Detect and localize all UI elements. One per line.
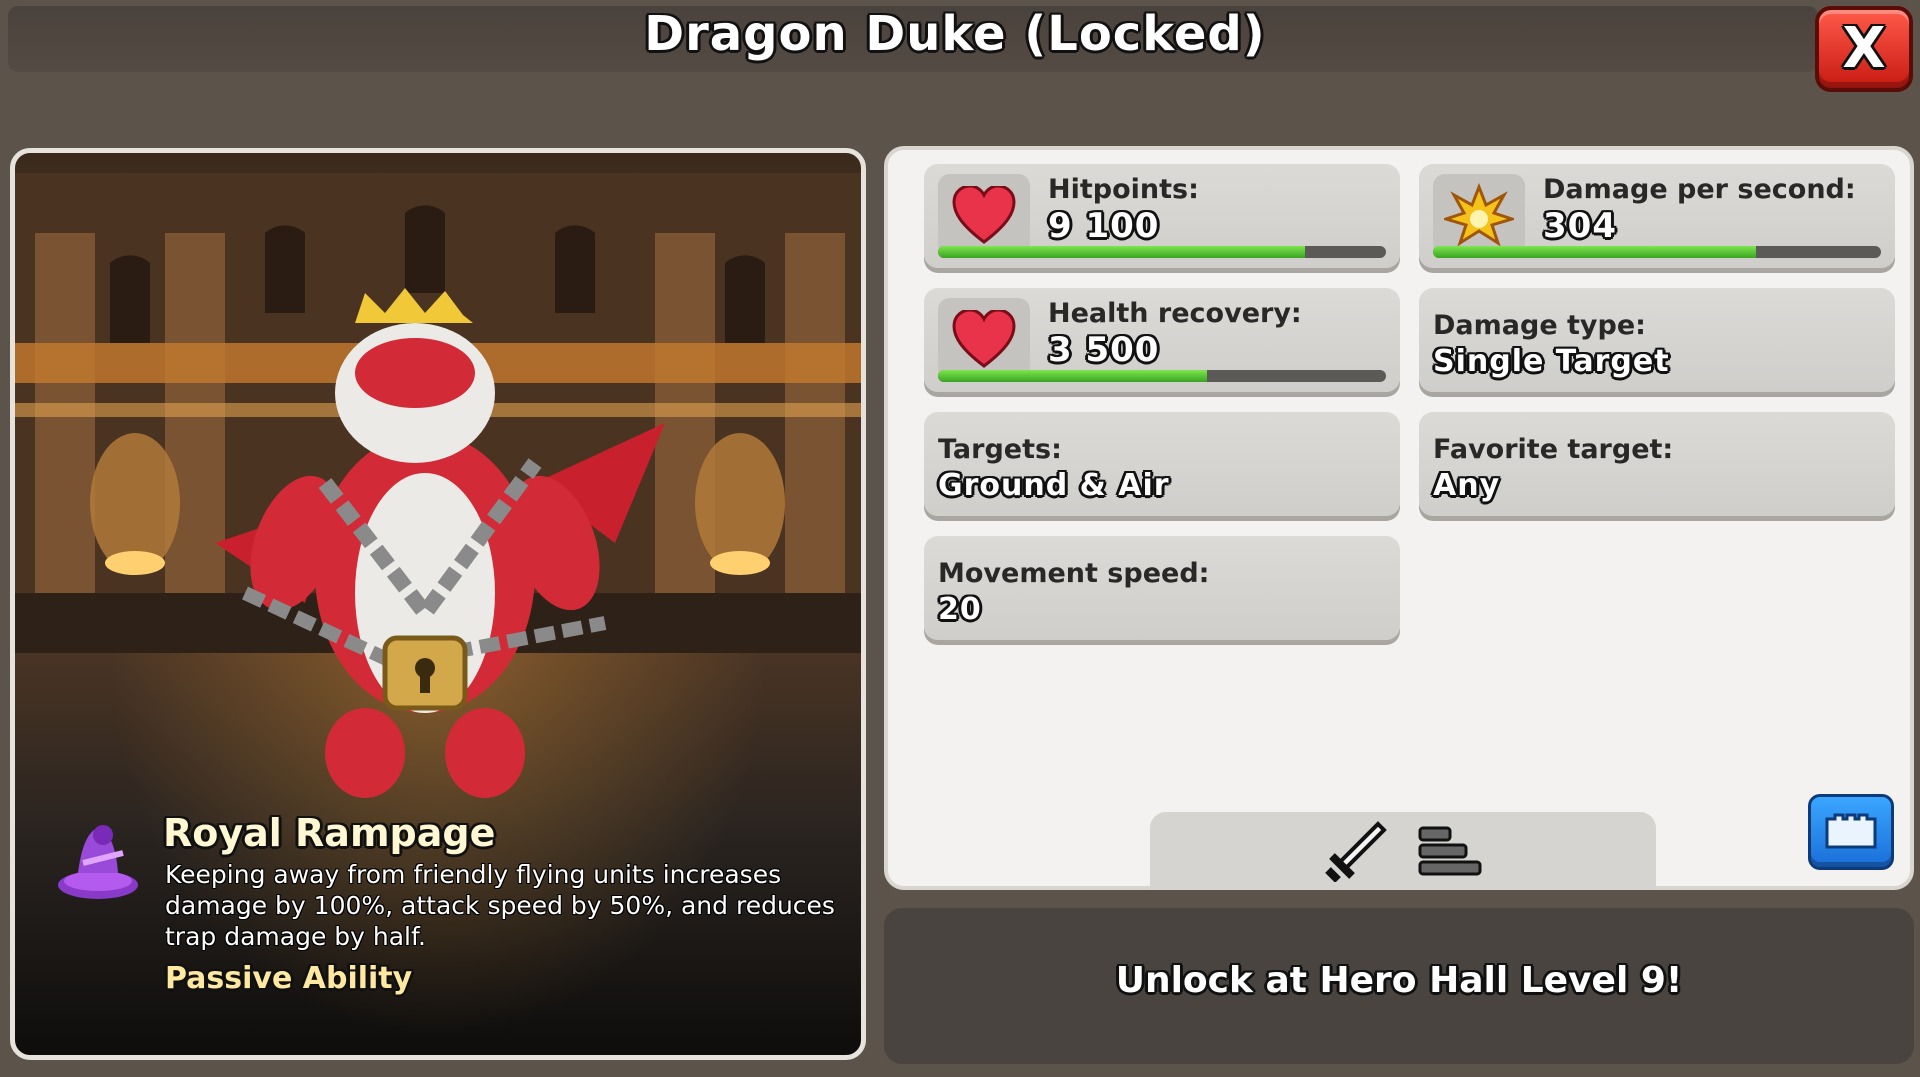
stat-favorite-target: Favorite target: Any bbox=[1419, 412, 1895, 516]
ability-name: Royal Rampage bbox=[163, 811, 496, 855]
castle-button[interactable] bbox=[1808, 794, 1894, 870]
ability-description: Keeping away from friendly flying units … bbox=[165, 860, 835, 951]
stats-panel: Hitpoints: 9 100 Damage per second: 304 … bbox=[884, 146, 1914, 890]
health-recovery-bar-fill bbox=[938, 370, 1207, 382]
stat-damage-type: Damage type: Single Target bbox=[1419, 288, 1895, 392]
sword-icon[interactable] bbox=[1318, 820, 1388, 882]
dps-bar bbox=[1433, 246, 1881, 258]
movement-speed-label: Movement speed: bbox=[938, 558, 1210, 589]
favorite-target-label: Favorite target: bbox=[1433, 434, 1674, 465]
hitpoints-bar bbox=[938, 246, 1386, 258]
dps-bar-fill bbox=[1433, 246, 1756, 258]
health-recovery-bar bbox=[938, 370, 1386, 382]
hitpoints-value: 9 100 bbox=[1048, 206, 1160, 246]
stat-hitpoints: Hitpoints: 9 100 bbox=[924, 164, 1400, 268]
dragon-duke-hero bbox=[215, 288, 665, 798]
dps-label: Damage per second: bbox=[1543, 174, 1856, 205]
targets-value: Ground & Air bbox=[938, 468, 1170, 503]
ability-type: Passive Ability bbox=[165, 961, 413, 996]
stat-damage-per-second: Damage per second: 304 bbox=[1419, 164, 1895, 268]
heart-icon bbox=[938, 174, 1030, 256]
page-title: Dragon Duke (Locked) bbox=[644, 6, 1266, 62]
targets-label: Targets: bbox=[938, 434, 1062, 465]
damage-type-value: Single Target bbox=[1433, 344, 1670, 379]
damage-type-label: Damage type: bbox=[1433, 310, 1646, 341]
stat-health-recovery: Health recovery: 3 500 bbox=[924, 288, 1400, 392]
unlock-bar: Unlock at Hero Hall Level 9! bbox=[884, 908, 1914, 1064]
favorite-target-value: Any bbox=[1433, 468, 1501, 503]
movement-speed-value: 20 bbox=[938, 592, 982, 627]
health-recovery-value: 3 500 bbox=[1048, 330, 1160, 370]
explosion-icon bbox=[1433, 174, 1525, 256]
hero-panel: Royal Rampage Keeping away from friendly… bbox=[10, 148, 866, 1060]
castle-icon bbox=[1825, 813, 1877, 849]
close-icon: X bbox=[1842, 16, 1886, 81]
hitpoints-label: Hitpoints: bbox=[1048, 174, 1199, 205]
tab-bar bbox=[1150, 812, 1656, 890]
royal-rampage-icon bbox=[58, 825, 138, 899]
stat-targets: Targets: Ground & Air bbox=[924, 412, 1400, 516]
health-recovery-label: Health recovery: bbox=[1048, 298, 1302, 329]
unlock-text: Unlock at Hero Hall Level 9! bbox=[1115, 960, 1683, 1001]
heart-icon bbox=[938, 298, 1030, 380]
hitpoints-bar-fill bbox=[938, 246, 1306, 258]
stack-icon[interactable] bbox=[1418, 826, 1482, 878]
close-button[interactable]: X bbox=[1815, 6, 1913, 92]
stat-movement-speed: Movement speed: 20 bbox=[924, 536, 1400, 640]
dps-value: 304 bbox=[1543, 206, 1617, 246]
